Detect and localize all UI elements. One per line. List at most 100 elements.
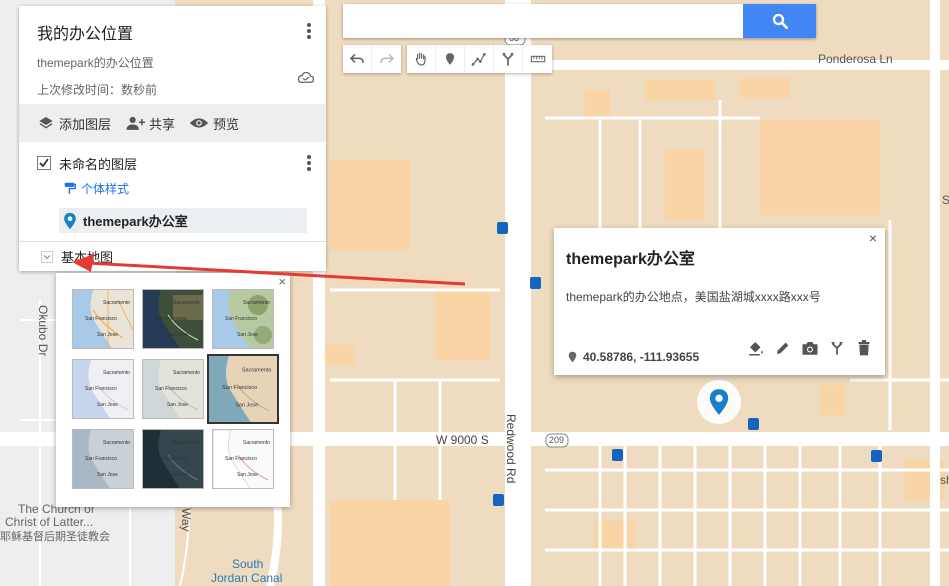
annotation-arrow: [72, 254, 466, 286]
basemap-thumb-place-label: San Jose: [235, 403, 258, 409]
feature-name: themepark办公室: [83, 214, 188, 229]
edit-button[interactable]: [774, 339, 792, 357]
basemap-thumb-image: Sacramento San Francisco San Jose: [73, 290, 133, 348]
basemap-thumb-place-label: San Jose: [97, 332, 118, 338]
map-pin-icon: [709, 389, 729, 415]
route-209-shield: 209: [549, 435, 565, 445]
draw-tools-group: [407, 45, 552, 73]
style-button[interactable]: [747, 339, 765, 357]
directions-button[interactable]: [494, 45, 523, 73]
basemap-thumb-place-label: San Jose: [97, 402, 118, 408]
basemap-thumb-image: Sacramento San Francisco San Jose: [209, 356, 272, 422]
search-icon: [772, 13, 788, 30]
chevron-down-icon: [41, 250, 53, 263]
basemap-thumb-place-label: Sacramento: [243, 300, 270, 306]
add-photo-button[interactable]: [801, 339, 819, 357]
measure-button[interactable]: [523, 45, 552, 73]
cloud-saved-icon: [297, 70, 315, 89]
map-label-south: South: [232, 557, 264, 571]
feature-info-window: × themepark办公室 themepark的办公地点，美国盐湖城xxxx路…: [554, 228, 885, 375]
add-marker-button[interactable]: [436, 45, 465, 73]
directions-to-here-button[interactable]: [828, 339, 846, 357]
basemap-thumb-place-label: Sacramento: [242, 367, 272, 373]
map-title[interactable]: 我的办公位置: [37, 20, 308, 44]
person-add-icon: [126, 116, 146, 130]
basemap-thumb-place-label: San Francisco: [155, 316, 187, 322]
basemap-thumb-place-label: San Francisco: [85, 456, 117, 462]
basemap-thumb-image: Sacramento San Francisco San Jose: [143, 430, 200, 488]
layer-header: 未命名的图层: [37, 152, 310, 174]
office-map-marker[interactable]: [697, 380, 741, 424]
basemap-thumb-mono-city[interactable]: Sacramento San Francisco San Jose: [142, 359, 204, 419]
map-panel: 我的办公位置 themepark的办公位置 上次修改时间：数秒前 添加图层 共享…: [19, 6, 326, 271]
layer-options-button[interactable]: [306, 154, 312, 177]
basemap-thumb-place-label: Sacramento: [103, 300, 130, 306]
more-vert-icon: [307, 155, 311, 171]
basemap-thumb-image: Sacramento San Francisco San Jose: [73, 360, 130, 418]
map-label-redwood-rd: Redwood Rd: [504, 414, 518, 484]
basemap-thumb-satellite[interactable]: Sacramento San Francisco San Jose: [142, 289, 204, 349]
delete-button[interactable]: [855, 339, 873, 357]
undo-redo-group: [343, 45, 401, 73]
directions-fork-icon: [831, 342, 843, 355]
search-button[interactable]: [743, 4, 816, 38]
share-button[interactable]: 共享: [125, 114, 175, 133]
draw-line-button[interactable]: [465, 45, 494, 73]
preview-label: 预览: [213, 116, 240, 132]
info-window-title: themepark办公室: [566, 251, 695, 268]
map-options-button[interactable]: [306, 22, 312, 45]
map-label-church-en-2: Christ of Latter...: [5, 515, 94, 529]
ruler-icon: [530, 55, 545, 63]
eye-icon: [189, 118, 209, 128]
more-vert-icon: [307, 23, 311, 39]
basemap-thumb-place-label: San Francisco: [225, 456, 257, 462]
basemap-thumb-whitewater[interactable]: Sacramento San Francisco San Jose: [212, 429, 274, 489]
basemap-thumb-image: Sacramento San Francisco San Jose: [213, 430, 270, 488]
redo-button[interactable]: [372, 45, 401, 73]
info-window-description: themepark的办公地点，美国盐湖城xxxx路xxx号: [566, 290, 821, 304]
undo-button[interactable]: [343, 45, 372, 73]
basemap-thumb-image: Sacramento San Francisco San Jose: [213, 290, 272, 348]
search-input[interactable]: [343, 4, 743, 38]
map-label-ponderosa-ln: Ponderosa Ln: [818, 52, 893, 66]
pencil-icon: [777, 342, 789, 354]
basemap-thumb-light-landmass[interactable]: Sacramento San Francisco San Jose: [72, 429, 134, 489]
basemap-thumb-place-label: San Jose: [97, 472, 118, 478]
info-window-coordinates: 40.58786, -111.93655: [568, 350, 699, 364]
select-hand-button[interactable]: [407, 45, 436, 73]
basemap-thumb-place-label: Sacramento: [173, 370, 200, 376]
basemap-thumb-place-label: San Jose: [167, 402, 188, 408]
basemap-thumb-terrain[interactable]: Sacramento San Francisco San Jose: [212, 289, 274, 349]
map-description[interactable]: themepark的办公位置: [37, 54, 308, 71]
preview-button[interactable]: 预览: [189, 114, 239, 133]
individual-styles-label: 个体样式: [81, 181, 130, 196]
add-layer-button[interactable]: 添加图层: [37, 114, 111, 133]
redo-icon: [379, 53, 394, 64]
basemap-thumb-dark-landmass[interactable]: Sacramento San Francisco San Jose: [142, 429, 204, 489]
basemap-thumb-place-label: San Jose: [237, 332, 258, 338]
basemap-thumb-map[interactable]: Sacramento San Francisco San Jose: [72, 289, 134, 349]
map-label-edge-road: sh: [940, 473, 949, 487]
basemap-thumb-light-political[interactable]: Sacramento San Francisco San Jose: [72, 359, 134, 419]
basemap-thumb-place-label: San Francisco: [85, 386, 117, 392]
layer-checkbox[interactable]: [37, 156, 51, 170]
basemap-thumb-place-label: Sacramento: [243, 440, 270, 446]
info-window-close-button[interactable]: ×: [869, 230, 877, 246]
basemap-thumb-place-label: San Francisco: [155, 386, 187, 392]
basemap-thumb-place-label: San Francisco: [225, 316, 257, 322]
basemap-thumb-place-label: San Jose: [167, 332, 188, 338]
basemap-thumb-place-label: Sacramento: [103, 370, 130, 376]
layers-icon: [39, 117, 53, 129]
map-label-w9000s: W 9000 S: [436, 433, 489, 447]
layer-name[interactable]: 未命名的图层: [59, 154, 137, 173]
undo-icon: [349, 53, 364, 64]
basemap-thumb-image: Sacramento San Francisco San Jose: [73, 430, 130, 488]
basemap-thumb-simple-atlas-selected[interactable]: Sacramento San Francisco San Jose: [207, 354, 279, 424]
individual-styles-link[interactable]: 个体样式: [63, 178, 310, 198]
feature-item-office[interactable]: themepark办公室: [59, 208, 307, 233]
basemap-thumb-place-label: San Jose: [237, 472, 258, 478]
marker-icon: [445, 53, 455, 65]
basemap-thumb-place-label: San Francisco: [222, 385, 257, 391]
coordinates-text: 40.58786, -111.93655: [583, 350, 700, 364]
basemap-thumb-place-label: Sacramento: [173, 300, 200, 306]
